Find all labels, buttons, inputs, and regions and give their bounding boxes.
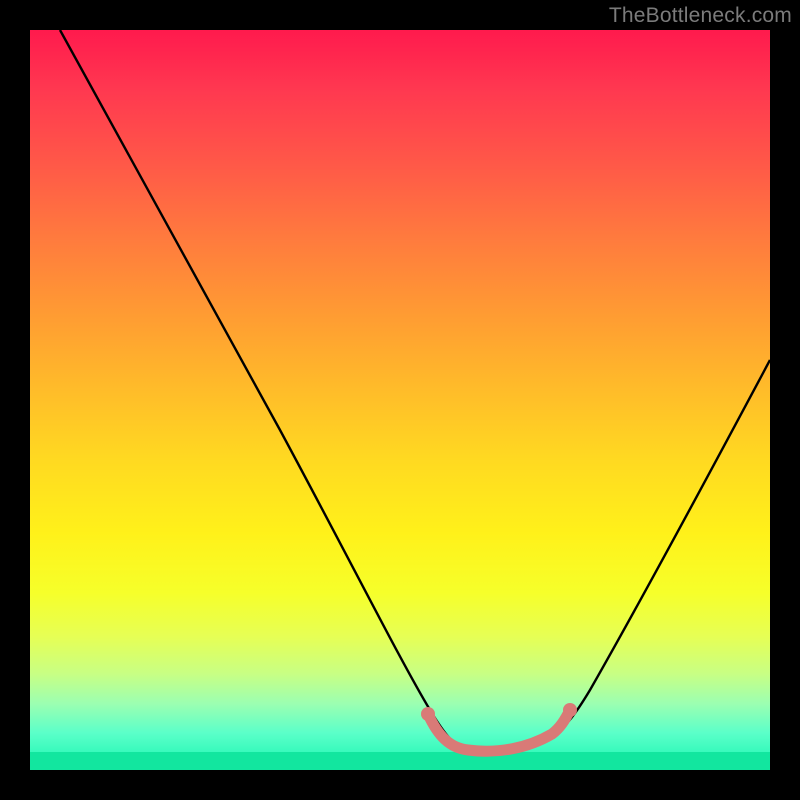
flat-marker-dot-right bbox=[563, 703, 577, 717]
curve-layer bbox=[30, 30, 770, 770]
chart-frame: TheBottleneck.com bbox=[0, 0, 800, 800]
watermark: TheBottleneck.com bbox=[609, 4, 792, 28]
flat-marker-line bbox=[428, 710, 570, 751]
flat-marker-dot-left bbox=[421, 707, 435, 721]
bottleneck-curve bbox=[60, 30, 770, 752]
plot-area bbox=[30, 30, 770, 770]
